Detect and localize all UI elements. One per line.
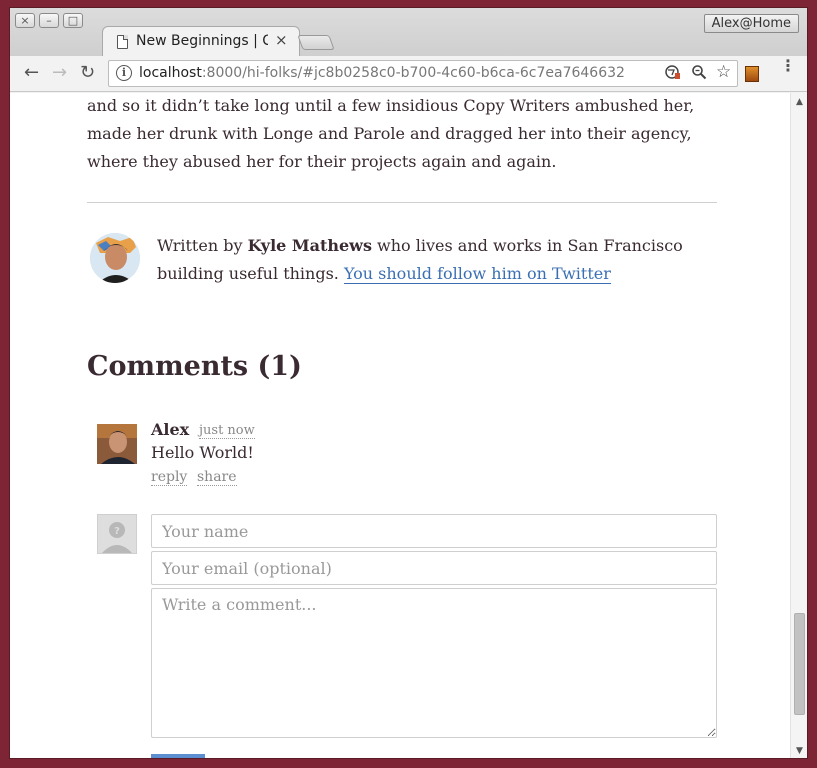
extension-icon[interactable] bbox=[745, 66, 759, 82]
article-line-1: and so it didn’t take long until a few i… bbox=[87, 96, 695, 115]
reload-icon[interactable]: ↻ bbox=[80, 62, 95, 83]
share-link[interactable]: share bbox=[197, 469, 237, 486]
scroll-down-icon[interactable]: ▼ bbox=[796, 746, 803, 756]
site-settings-icon[interactable] bbox=[665, 64, 681, 84]
menu-icon[interactable]: ⋮ bbox=[780, 58, 796, 74]
tab-close-icon[interactable]: × bbox=[275, 31, 288, 49]
comments-heading: Comments (1) bbox=[87, 351, 302, 382]
comment-text: Hello World! bbox=[151, 443, 254, 462]
tab-title: New Beginnings | C bbox=[136, 33, 268, 49]
info-icon[interactable]: i bbox=[116, 65, 132, 81]
page-viewport: and so it didn’t take long until a few i… bbox=[10, 93, 790, 758]
divider bbox=[87, 202, 717, 203]
vertical-scrollbar[interactable]: ▲ ▼ bbox=[790, 93, 807, 758]
url-host: localhost bbox=[139, 65, 202, 81]
url-text[interactable]: localhost:8000/hi-folks/#jc8b0258c0-b700… bbox=[139, 65, 625, 81]
article-line-3: where they abused her for their projects… bbox=[87, 152, 557, 171]
title-bar: × – □ New Beginnings | C × Alex@Home bbox=[10, 8, 807, 56]
window-close-button[interactable]: × bbox=[15, 13, 35, 28]
zoom-icon[interactable] bbox=[691, 64, 707, 84]
article-line-2: made her drunk with Longe and Parole and… bbox=[87, 124, 692, 143]
author-name: Kyle Mathews bbox=[247, 236, 372, 255]
browser-toolbar: ← → ↻ i localhost:8000/hi-folks/#jc8b025… bbox=[10, 56, 807, 92]
window-maximize-button[interactable]: □ bbox=[63, 13, 83, 28]
placeholder-avatar: ? bbox=[97, 514, 137, 554]
scroll-up-icon[interactable]: ▲ bbox=[796, 97, 803, 107]
tab-new-beginnings[interactable]: New Beginnings | C × bbox=[102, 26, 300, 56]
profile-button[interactable]: Alex@Home bbox=[703, 14, 799, 33]
twitter-link[interactable]: You should follow him on Twitter bbox=[343, 264, 611, 284]
page-icon bbox=[117, 35, 128, 49]
name-input[interactable] bbox=[151, 514, 717, 548]
bookmark-star-icon[interactable]: ☆ bbox=[716, 62, 731, 82]
browser-window: × – □ New Beginnings | C × Alex@Home ← →… bbox=[9, 7, 808, 759]
comment-avatar bbox=[97, 424, 137, 464]
scrollbar-thumb[interactable] bbox=[794, 613, 805, 715]
author-avatar bbox=[90, 233, 140, 283]
back-icon[interactable]: ← bbox=[24, 62, 39, 83]
comment-textarea[interactable] bbox=[151, 588, 717, 738]
reply-link[interactable]: reply bbox=[151, 469, 188, 486]
window-minimize-button[interactable]: – bbox=[39, 13, 59, 28]
url-path: :8000/hi-folks/#jc8b0258c0-b700-4c60-b6c… bbox=[201, 65, 625, 81]
comment-time[interactable]: just now bbox=[199, 423, 255, 439]
svg-text:?: ? bbox=[114, 526, 120, 537]
bio-prefix: Written by bbox=[157, 236, 248, 255]
comment-author: Alex bbox=[151, 420, 190, 439]
forward-icon[interactable]: → bbox=[52, 62, 67, 83]
submit-button[interactable] bbox=[151, 754, 205, 758]
address-bar[interactable]: i localhost:8000/hi-folks/#jc8b0258c0-b7… bbox=[108, 60, 738, 87]
author-bio: Written by Kyle Mathews who lives and wo… bbox=[157, 232, 717, 288]
email-input[interactable] bbox=[151, 551, 717, 585]
new-tab-button[interactable] bbox=[297, 35, 335, 50]
